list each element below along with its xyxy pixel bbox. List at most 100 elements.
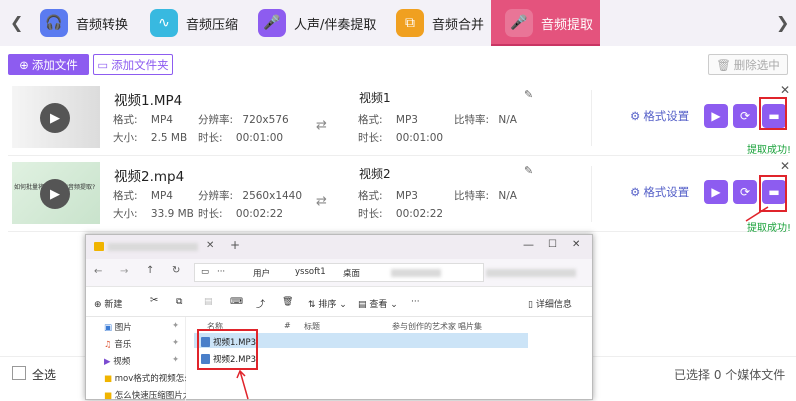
blurred-title bbox=[108, 243, 198, 251]
add-folder-button[interactable]: ▭ 添加文件夹 bbox=[93, 54, 173, 75]
size-label: 大小: bbox=[113, 208, 138, 220]
file-name: 视频2.mp4 bbox=[114, 169, 185, 185]
tab-audio-compress[interactable]: ∿ 音频压缩 bbox=[150, 4, 238, 42]
chevron-right-icon[interactable]: ❯ bbox=[776, 13, 789, 32]
column-header-number[interactable]: # bbox=[284, 321, 291, 330]
blurred-path bbox=[391, 269, 441, 277]
close-window-icon[interactable]: ✕ bbox=[572, 239, 580, 250]
file-name: 视频1.MP4 bbox=[114, 93, 183, 109]
breadcrumb-item[interactable]: 桌面 bbox=[343, 267, 360, 279]
close-icon[interactable]: ✕ bbox=[780, 83, 790, 97]
sort-button[interactable]: ⇅ 排序 ⌄ bbox=[308, 297, 347, 310]
new-label: 新建 bbox=[104, 300, 123, 310]
music-icon: ♫ bbox=[104, 340, 112, 350]
play-icon[interactable]: ▶ bbox=[40, 179, 70, 209]
pictures-icon: ▣ bbox=[104, 323, 113, 333]
tab-audio-convert[interactable]: 🎧 音频转换 bbox=[40, 4, 128, 42]
video-thumbnail[interactable]: ▶ bbox=[12, 86, 100, 148]
output-name[interactable]: 视频1 bbox=[359, 89, 391, 106]
column-header-title[interactable]: 标题 bbox=[304, 321, 320, 332]
output-name[interactable]: 视频2 bbox=[359, 165, 391, 182]
column-header-album[interactable]: 唱片集 bbox=[458, 321, 482, 332]
address-bar: ← → ↑ ↻ ▭ ··· 用户 yssoft1 桌面 bbox=[86, 259, 592, 287]
microphone-icon: 🎤 bbox=[258, 9, 286, 37]
add-file-label: 添加文件 bbox=[31, 57, 78, 72]
up-icon[interactable]: ↑ bbox=[146, 265, 154, 276]
file-row[interactable]: ▶ 视频1.MP4 格式: MP4 大小: 2.5 MB 分辨率: 720x57… bbox=[8, 80, 790, 156]
arrow-annotation bbox=[745, 206, 769, 222]
paste-icon[interactable]: ▤ bbox=[204, 297, 213, 307]
breadcrumb-item[interactable]: yssoft1 bbox=[295, 267, 326, 277]
breadcrumb-item[interactable]: 用户 bbox=[253, 267, 270, 279]
plus-circle-icon: ⊕ bbox=[19, 57, 29, 72]
convert-button[interactable]: ⟳ bbox=[733, 104, 757, 128]
rename-icon[interactable]: ⌨ bbox=[230, 297, 243, 307]
output-format-value: MP3 bbox=[395, 190, 418, 202]
folder-icon bbox=[94, 242, 104, 251]
merge-icon: ⧉ bbox=[396, 9, 424, 37]
forward-icon[interactable]: → bbox=[120, 266, 128, 277]
nav-item-music[interactable]: ♫ 音乐 bbox=[104, 338, 131, 350]
videos-icon: ▶ bbox=[104, 357, 111, 367]
maximize-icon[interactable]: ☐ bbox=[548, 239, 557, 250]
edit-icon[interactable]: ✎ bbox=[524, 88, 533, 101]
folder-icon: ▭ bbox=[97, 57, 109, 72]
bitrate-label: 比特率: bbox=[454, 114, 490, 126]
size-label: 大小: bbox=[113, 132, 138, 144]
nav-item-folder[interactable]: ■ 怎么快速压缩图片大 bbox=[104, 389, 186, 401]
details-button[interactable]: ▯ 详细信息 bbox=[528, 297, 572, 310]
format-value: MP4 bbox=[150, 114, 173, 126]
more-icon: ··· bbox=[217, 267, 226, 277]
close-icon[interactable]: ✕ bbox=[780, 159, 790, 173]
convert-button[interactable]: ⟳ bbox=[733, 180, 757, 204]
cut-icon[interactable]: ✂ bbox=[150, 295, 158, 306]
tab-label: 音频压缩 bbox=[186, 17, 239, 33]
column-header-artist[interactable]: 参与创作的艺术家 bbox=[392, 321, 456, 332]
nav-item-pictures[interactable]: ▣ 图片 bbox=[104, 321, 132, 333]
play-icon[interactable]: ▶ bbox=[40, 103, 70, 133]
more-options-icon[interactable]: ··· bbox=[411, 297, 420, 307]
select-all-checkbox[interactable] bbox=[12, 366, 26, 380]
tab-vocal-extract[interactable]: 🎤 人声/伴奏提取 bbox=[258, 4, 376, 42]
copy-icon[interactable]: ⧉ bbox=[176, 297, 182, 307]
new-button[interactable]: ⊕ 新建 bbox=[94, 297, 122, 310]
nav-label: mov格式的视频怎么 bbox=[114, 374, 186, 384]
back-icon[interactable]: ← bbox=[94, 266, 102, 277]
format-settings-button[interactable]: ⚙ 格式设置 bbox=[630, 184, 689, 200]
play-button[interactable]: ▶ bbox=[704, 180, 728, 204]
new-tab-icon[interactable]: + bbox=[230, 238, 240, 252]
share-icon[interactable]: ⤴ bbox=[256, 297, 265, 310]
tab-audio-merge[interactable]: ⧉ 音频合并 bbox=[396, 4, 484, 42]
resolution-value: 720x576 bbox=[242, 114, 289, 126]
shuffle-icon: ⇄ bbox=[316, 118, 327, 133]
tab-audio-extract[interactable]: 🎤 音频提取 bbox=[505, 4, 593, 42]
chevron-left-icon[interactable]: ❮ bbox=[10, 13, 23, 32]
refresh-icon: ⟳ bbox=[739, 109, 751, 123]
resolution-label: 分辨率: bbox=[198, 114, 234, 126]
add-file-button[interactable]: ⊕ 添加文件 bbox=[8, 54, 89, 75]
gear-icon: ⚙ bbox=[630, 185, 641, 199]
trash-icon: 🗑 bbox=[716, 57, 731, 72]
close-tab-icon[interactable]: ✕ bbox=[206, 240, 214, 251]
delete-selected-button[interactable]: 🗑 删除选中 bbox=[708, 54, 788, 75]
delete-icon[interactable]: 🗑 bbox=[282, 297, 293, 307]
output-format-label: 格式: bbox=[358, 114, 383, 126]
minimize-icon[interactable]: — bbox=[523, 238, 534, 251]
format-settings-button[interactable]: ⚙ 格式设置 bbox=[630, 108, 689, 124]
path-field[interactable]: ▭ ··· 用户 yssoft1 桌面 bbox=[194, 263, 484, 282]
edit-icon[interactable]: ✎ bbox=[524, 164, 533, 177]
size-value: 2.5 MB bbox=[150, 132, 188, 144]
tab-label: 音频合并 bbox=[432, 17, 485, 33]
nav-item-videos[interactable]: ▶ 视频 bbox=[104, 355, 130, 367]
video-thumbnail[interactable]: 如何批量将视频中的音频提取? ▶ bbox=[12, 162, 100, 224]
output-duration-label: 时长: bbox=[358, 132, 383, 144]
refresh-icon[interactable]: ↻ bbox=[172, 265, 180, 276]
file-explorer-window[interactable]: ✕ + — ☐ ✕ ← → ↑ ↻ ▭ ··· 用户 yssoft1 桌面 ⊕ … bbox=[85, 234, 593, 401]
duration-value: 00:01:00 bbox=[235, 132, 284, 144]
file-row[interactable]: 如何批量将视频中的音频提取? ▶ 视频2.mp4 格式: MP4 大小: 33.… bbox=[8, 156, 790, 232]
output-duration-value: 00:01:00 bbox=[395, 132, 444, 144]
play-button[interactable]: ▶ bbox=[704, 104, 728, 128]
add-folder-label: 添加文件夹 bbox=[111, 57, 169, 72]
nav-item-folder[interactable]: ■ mov格式的视频怎么 bbox=[104, 372, 186, 384]
view-button[interactable]: ▤ 查看 ⌄ bbox=[358, 297, 398, 310]
